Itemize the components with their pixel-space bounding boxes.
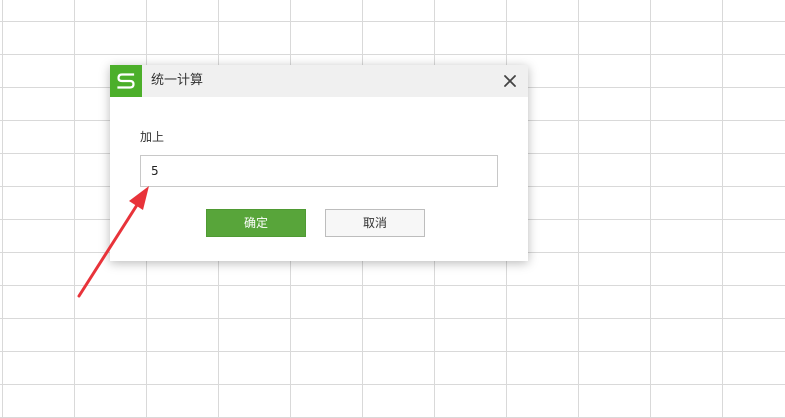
dialog-title: 统一计算	[151, 73, 204, 88]
wps-logo-icon	[110, 65, 142, 97]
close-icon[interactable]	[500, 71, 520, 91]
add-field-label: 加上	[140, 130, 165, 144]
cancel-button[interactable]: 取消	[325, 209, 425, 237]
confirm-button[interactable]: 确定	[206, 209, 306, 237]
uniform-calc-dialog: 统一计算 加上 确定 取消	[110, 65, 528, 261]
add-value-input[interactable]	[140, 155, 498, 187]
dialog-titlebar: 统一计算	[110, 65, 528, 97]
